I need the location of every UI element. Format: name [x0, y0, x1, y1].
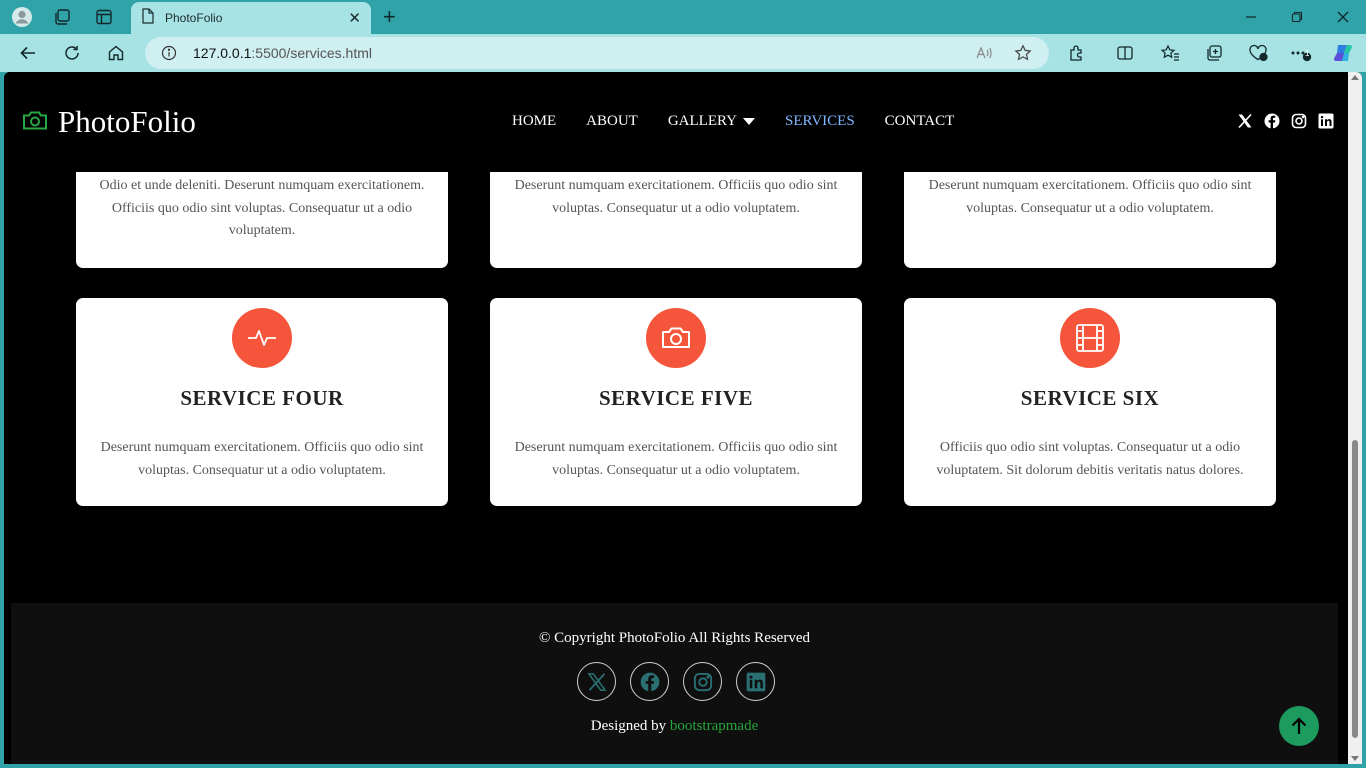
address-bar[interactable]: 127.0.0.1:5500/services.html	[145, 37, 1049, 69]
service-description: Deserunt numquam exercitationem. Officii…	[514, 440, 838, 478]
back-to-top-button[interactable]	[1279, 706, 1319, 746]
back-icon[interactable]	[17, 42, 39, 64]
active-tab[interactable]: PhotoFolio ✕	[131, 2, 371, 34]
camera-icon	[646, 308, 706, 368]
extensions-badge: 1	[1305, 49, 1310, 58]
main-menu: HOME ABOUT GALLERY SERVICES CONTACT	[512, 113, 984, 130]
minimize-icon[interactable]	[1240, 6, 1262, 28]
footer-x-icon[interactable]	[577, 662, 616, 701]
service-card-text: Deserunt numquam exercitationem. Officii…	[514, 178, 838, 216]
menu-services[interactable]: SERVICES	[785, 113, 855, 130]
instagram-icon[interactable]	[1290, 112, 1307, 129]
scroll-down-arrow-icon[interactable]	[1351, 756, 1359, 761]
site-info-icon[interactable]	[159, 43, 179, 63]
tab-actions-icon[interactable]	[93, 6, 115, 28]
read-aloud-icon[interactable]	[974, 43, 994, 63]
service-title: SERVICE SIX	[1020, 386, 1160, 410]
designed-by: Designed by bootstrapmade	[11, 718, 1338, 735]
scroll-up-arrow-icon[interactable]	[1351, 75, 1359, 80]
collections-icon[interactable]	[1203, 42, 1225, 64]
tab-close-icon[interactable]: ✕	[348, 9, 361, 27]
copyright-text: © Copyright PhotoFolio All Rights Reserv…	[539, 630, 810, 646]
performance-icon[interactable]	[1247, 42, 1269, 64]
refresh-icon[interactable]	[61, 42, 83, 64]
service-card-text: Odio et unde deleniti. Deserunt numquam …	[99, 178, 425, 238]
service-title: SERVICE FOUR	[180, 386, 344, 410]
tab-title: PhotoFolio	[165, 11, 223, 25]
footer-socials	[577, 662, 789, 701]
url-host: 127.0.0.1	[193, 45, 252, 61]
footer-instagram-icon[interactable]	[683, 662, 722, 701]
facebook-icon[interactable]	[1263, 112, 1280, 129]
close-window-icon[interactable]	[1332, 6, 1354, 28]
site-footer: © Copyright PhotoFolio All Rights Reserv…	[11, 603, 1338, 764]
service-card-four: SERVICE FOUR Deserunt numquam exercitati…	[76, 298, 448, 506]
window-bottom-edge	[0, 764, 1366, 768]
x-icon[interactable]	[1236, 112, 1253, 129]
designer-link[interactable]: bootstrapmade	[670, 718, 758, 734]
favorites-icon[interactable]	[1159, 42, 1181, 64]
page-icon	[141, 7, 155, 29]
footer-facebook-icon[interactable]	[630, 662, 669, 701]
menu-about[interactable]: ABOUT	[586, 113, 638, 130]
footer-linkedin-icon[interactable]	[736, 662, 775, 701]
page-viewport: PhotoFolio HOME ABOUT GALLERY SERVICES C…	[4, 72, 1362, 764]
url-text[interactable]: 127.0.0.1:5500/services.html	[193, 45, 372, 61]
favorite-star-icon[interactable]	[1013, 43, 1033, 63]
scroll-thumb[interactable]	[1352, 440, 1358, 738]
profile-avatar-icon[interactable]	[11, 6, 33, 28]
camera-logo-icon	[22, 109, 48, 136]
service-description: Deserunt numquam exercitationem. Officii…	[100, 440, 424, 478]
menu-contact[interactable]: CONTACT	[885, 113, 955, 130]
home-icon[interactable]	[105, 42, 127, 64]
designed-by-label: Designed by	[590, 718, 667, 734]
split-screen-icon[interactable]	[1114, 42, 1136, 64]
service-card-six: SERVICE SIX Officiis quo odio sint volup…	[904, 298, 1276, 506]
menu-home[interactable]: HOME	[512, 113, 556, 130]
header-socials	[1226, 112, 1334, 129]
restore-icon[interactable]	[1286, 6, 1308, 28]
new-tab-button[interactable]: +	[383, 4, 396, 30]
extensions-icon[interactable]	[1066, 42, 1088, 64]
menu-gallery[interactable]: GALLERY	[667, 113, 756, 130]
browser-toolbar: 127.0.0.1:5500/services.html 1	[0, 34, 1366, 72]
page-scrollbar[interactable]	[1348, 72, 1362, 764]
service-description: Officiis quo odio sint voluptas. Consequ…	[936, 440, 1244, 478]
film-icon	[1060, 308, 1120, 368]
linkedin-icon[interactable]	[1317, 112, 1334, 129]
logo-text: PhotoFolio	[58, 104, 196, 139]
site-logo[interactable]: PhotoFolio	[22, 104, 196, 140]
caret-down-icon	[743, 118, 756, 125]
copilot-icon[interactable]	[1332, 42, 1354, 64]
more-menu-icon[interactable]: 1	[1290, 42, 1312, 64]
menu-gallery-label: GALLERY	[667, 113, 738, 129]
site-header: PhotoFolio HOME ABOUT GALLERY SERVICES C…	[4, 72, 1348, 172]
service-title: SERVICE FIVE	[598, 386, 754, 410]
workspaces-icon[interactable]	[51, 6, 73, 28]
url-path: :5500/services.html	[251, 45, 372, 61]
service-card-five: SERVICE FIVE Deserunt numquam exercitati…	[490, 298, 862, 506]
service-card-text: Deserunt numquam exercitationem. Officii…	[928, 178, 1252, 216]
activity-icon	[232, 308, 292, 368]
browser-tabstrip: PhotoFolio ✕ +	[0, 0, 1366, 34]
